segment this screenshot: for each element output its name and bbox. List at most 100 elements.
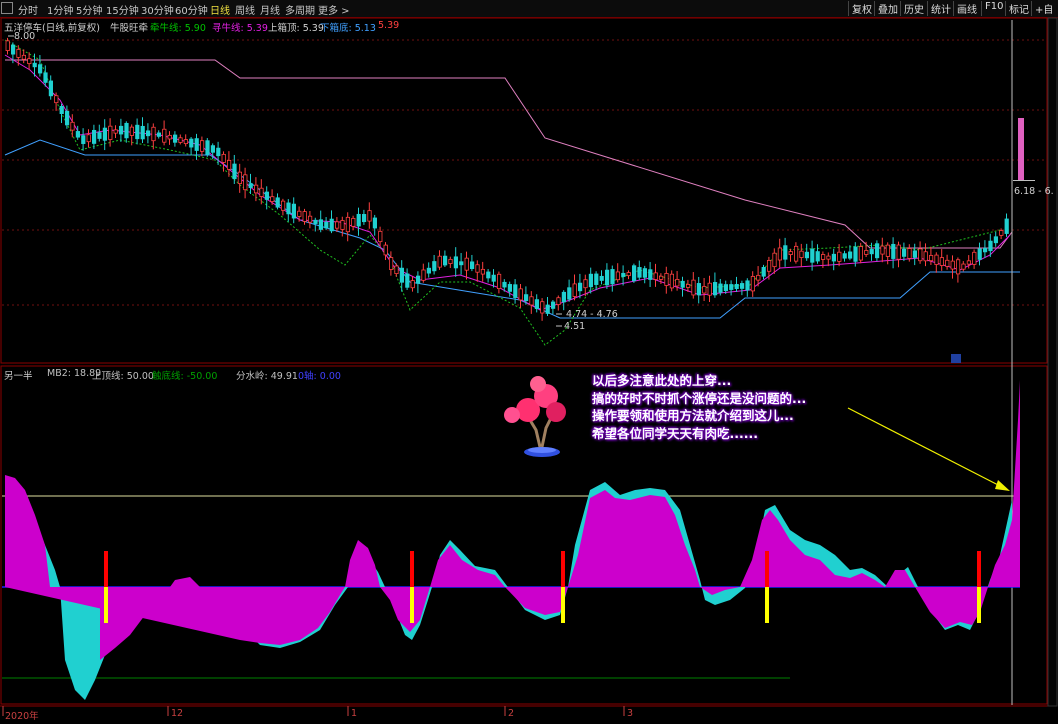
indicator-name[interactable]: 牛股旺牵 (110, 20, 148, 34)
candle-body (740, 283, 745, 289)
candle-body (496, 273, 502, 289)
legend-qianniu: 牵牛线: 5.90 (150, 23, 206, 34)
candle-body (502, 281, 507, 288)
candle-body (102, 127, 107, 141)
candle-body (27, 58, 32, 64)
upper-channel-line (5, 59, 1013, 249)
candle-body (183, 139, 188, 145)
x-axis-label: 3 (627, 708, 634, 719)
candle-body (885, 244, 891, 257)
candle-body (880, 245, 885, 255)
candle-body (59, 105, 64, 115)
candle-body (875, 243, 880, 259)
candle-body (599, 275, 604, 281)
candle-body (556, 297, 561, 305)
candle-body (767, 260, 772, 272)
candle-body (777, 247, 783, 261)
signal-yellow-bar (561, 587, 565, 623)
candle-body (394, 265, 399, 275)
candle-body (842, 253, 847, 259)
candle-body (561, 291, 567, 303)
candle-body (945, 259, 950, 267)
candle-body (334, 221, 340, 229)
candle-body (124, 122, 129, 139)
candle-body (194, 138, 199, 151)
candle-body (464, 257, 469, 271)
candle-body (119, 125, 124, 135)
candle-body (869, 249, 874, 255)
candle-body (259, 187, 264, 197)
candle-body (524, 294, 529, 302)
candle-body (421, 269, 426, 281)
main-panel-border (0, 17, 1048, 364)
legend-bottom-line: 触底线: -50.00 (152, 371, 218, 382)
candle-body (243, 174, 248, 191)
candle-body (345, 216, 351, 233)
candle-body (831, 253, 837, 262)
candle-body (415, 275, 421, 284)
candle-body (788, 251, 793, 256)
candle-body (172, 134, 178, 143)
candle-body (583, 279, 588, 289)
candle-body (86, 134, 91, 143)
candle-body (669, 273, 675, 289)
x-axis-label: 12 (171, 708, 184, 719)
candle-body (686, 284, 691, 288)
candle-body (588, 273, 594, 288)
candle-body (372, 217, 378, 229)
candle-body (907, 248, 912, 259)
candle-body (648, 269, 653, 280)
signal-yellow-bar (765, 587, 769, 623)
candle-body (178, 137, 183, 143)
candle-body (939, 257, 945, 266)
signal-red-bar (977, 551, 981, 587)
candle-body (70, 121, 75, 131)
xunniu-line (4, 54, 1011, 311)
candle-body (675, 279, 680, 287)
bookmark-icon[interactable] (951, 354, 961, 363)
candle-body (167, 134, 172, 140)
candle-body (459, 261, 464, 266)
candle-body (837, 251, 842, 262)
qianniu-line (4, 39, 1001, 346)
candle-body (983, 247, 988, 253)
candle-body (199, 140, 205, 152)
candle-body (307, 215, 313, 223)
candle-body (545, 304, 550, 314)
candle-body (65, 110, 70, 126)
x-axis-label: 1 (351, 708, 358, 719)
main-gridlines (2, 39, 1046, 306)
signal-red-bar (561, 551, 565, 587)
right-vertical-bar (1018, 118, 1024, 180)
callout-line: 搞的好时不时抓个涨停还是没问题的... (592, 390, 807, 406)
candle-body (858, 246, 864, 261)
candle-body (302, 211, 307, 222)
candle-body (659, 275, 664, 280)
candle-body (912, 250, 918, 258)
right-scroll-area (1047, 17, 1058, 707)
candle-body (923, 251, 928, 262)
chart-canvas[interactable] (0, 0, 1058, 724)
candle-body (237, 171, 242, 184)
candle-body (448, 258, 453, 264)
candle-body (783, 245, 788, 260)
candle-body (702, 286, 707, 294)
candle-body (129, 126, 134, 136)
candle-body (572, 283, 577, 297)
candle-body (340, 220, 345, 230)
candle-body (108, 125, 113, 140)
right-range-label: 6.18 - 6. (1014, 186, 1054, 197)
candle-body (567, 287, 572, 300)
candle-body (794, 245, 799, 262)
candle-body (16, 49, 21, 58)
candle-body (993, 236, 999, 244)
candle-body (297, 210, 302, 217)
candle-body (329, 218, 334, 232)
signal-red-bar (765, 551, 769, 587)
candle-body (540, 301, 545, 314)
candle-body (988, 240, 993, 252)
legend-box-top: 上箱顶: 5.39 (268, 23, 324, 34)
candle-body (626, 272, 631, 277)
candle-body (972, 251, 977, 265)
sub-indicator-name[interactable]: 另一半 (4, 368, 33, 382)
